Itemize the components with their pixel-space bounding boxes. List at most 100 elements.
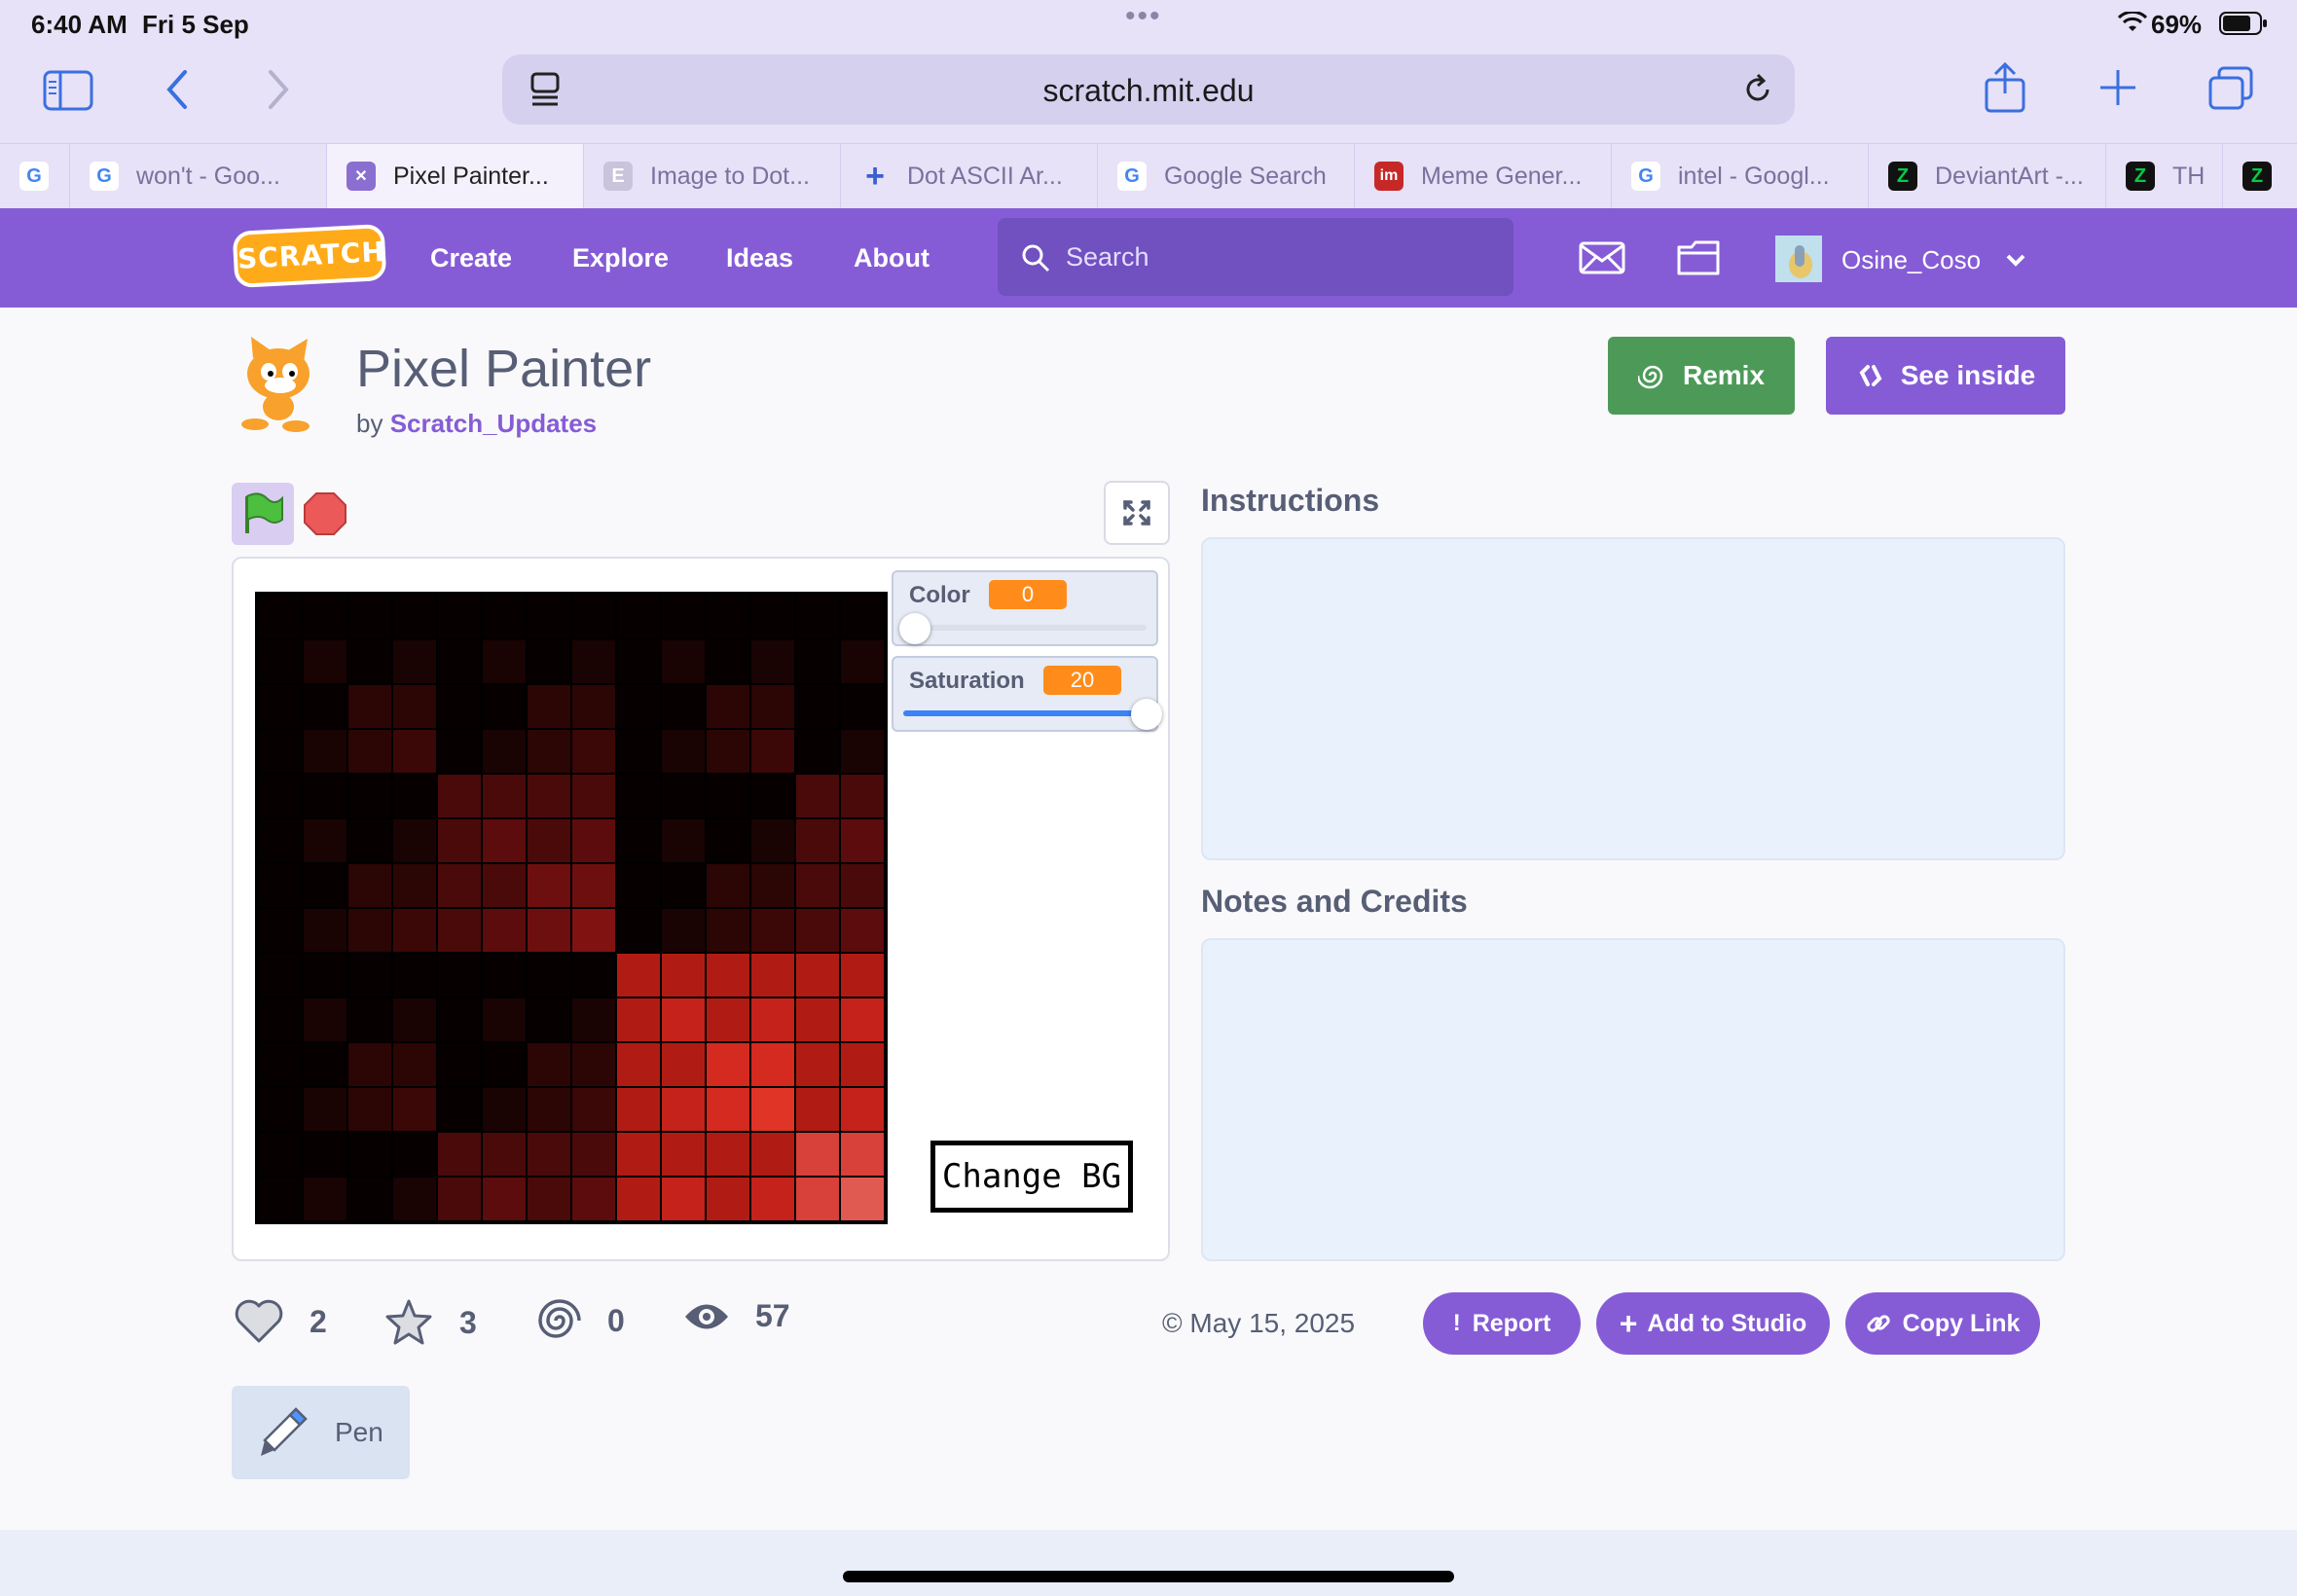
nav-ideas[interactable]: Ideas — [726, 243, 793, 273]
pixel-cell[interactable] — [527, 595, 571, 639]
pixel-cell[interactable] — [347, 1132, 392, 1177]
pixel-cell[interactable] — [795, 908, 840, 953]
pixel-cell[interactable] — [661, 1177, 706, 1221]
tab-intel[interactable]: G intel - Googl... — [1612, 144, 1869, 208]
pixel-cell[interactable] — [750, 684, 795, 729]
pixel-cell[interactable] — [392, 639, 437, 684]
pixel-cell[interactable] — [571, 908, 616, 953]
pixel-cell[interactable] — [303, 1042, 347, 1087]
pixel-cell[interactable] — [392, 863, 437, 908]
pixel-cell[interactable] — [840, 1087, 885, 1132]
pixel-cell[interactable] — [661, 818, 706, 863]
pixel-cell[interactable] — [482, 1132, 527, 1177]
pixel-cell[interactable] — [571, 1087, 616, 1132]
pixel-cell[interactable] — [482, 1177, 527, 1221]
favorite-stat[interactable]: 3 — [383, 1298, 477, 1347]
nav-about[interactable]: About — [854, 243, 930, 273]
pixel-cell[interactable] — [437, 1132, 482, 1177]
pixel-cell[interactable] — [482, 1042, 527, 1087]
back-icon[interactable] — [164, 68, 191, 111]
author-link[interactable]: Scratch_Updates — [390, 409, 597, 438]
pixel-cell[interactable] — [392, 1042, 437, 1087]
pixel-cell[interactable] — [258, 684, 303, 729]
pixel-cell[interactable] — [661, 639, 706, 684]
pixel-cell[interactable] — [437, 1177, 482, 1221]
pixel-cell[interactable] — [840, 639, 885, 684]
search-input[interactable] — [1066, 237, 1484, 276]
pixel-cell[interactable] — [303, 595, 347, 639]
pixel-cell[interactable] — [527, 953, 571, 998]
pixel-cell[interactable] — [482, 953, 527, 998]
pixel-cell[interactable] — [616, 1177, 661, 1221]
pixel-cell[interactable] — [706, 1087, 750, 1132]
pixel-cell[interactable] — [482, 684, 527, 729]
pixel-cell[interactable] — [661, 863, 706, 908]
pixel-cell[interactable] — [840, 1177, 885, 1221]
pixel-cell[interactable] — [392, 818, 437, 863]
tab-wont[interactable]: G won't - Goo... — [70, 144, 327, 208]
pixel-cell[interactable] — [795, 639, 840, 684]
saturation-slider-knob[interactable] — [1131, 699, 1162, 730]
pixel-cell[interactable] — [527, 998, 571, 1042]
tab-google-pinned[interactable]: G — [0, 144, 70, 208]
pixel-cell[interactable] — [347, 774, 392, 818]
pixel-cell[interactable] — [840, 998, 885, 1042]
tab-pixel-painter[interactable]: ✕ Pixel Painter... — [327, 144, 584, 208]
pixel-cell[interactable] — [840, 684, 885, 729]
pixel-cell[interactable] — [527, 1087, 571, 1132]
pixel-cell[interactable] — [840, 1042, 885, 1087]
pixel-cell[interactable] — [303, 818, 347, 863]
pixel-cell[interactable] — [661, 1042, 706, 1087]
pixel-cell[interactable] — [258, 863, 303, 908]
pixel-cell[interactable] — [347, 1087, 392, 1132]
pixel-cell[interactable] — [750, 818, 795, 863]
pixel-cell[interactable] — [706, 1132, 750, 1177]
pixel-cell[interactable] — [347, 1177, 392, 1221]
pixel-cell[interactable] — [527, 1042, 571, 1087]
pixel-cell[interactable] — [750, 953, 795, 998]
pixel-cell[interactable] — [840, 595, 885, 639]
pixel-cell[interactable] — [750, 729, 795, 774]
pixel-cell[interactable] — [571, 639, 616, 684]
pixel-cell[interactable] — [392, 684, 437, 729]
pixel-cell[interactable] — [303, 908, 347, 953]
pixel-cell[interactable] — [616, 684, 661, 729]
saturation-slider[interactable] — [903, 699, 1162, 730]
pixel-cell[interactable] — [482, 998, 527, 1042]
pixel-cell[interactable] — [392, 1132, 437, 1177]
pixel-cell[interactable] — [795, 818, 840, 863]
pixel-cell[interactable] — [258, 639, 303, 684]
home-indicator[interactable] — [843, 1571, 1454, 1582]
pixel-cell[interactable] — [392, 774, 437, 818]
pixel-cell[interactable] — [661, 729, 706, 774]
pixel-cell[interactable] — [258, 908, 303, 953]
tab-image-to-dot[interactable]: E Image to Dot... — [584, 144, 841, 208]
pixel-cell[interactable] — [258, 595, 303, 639]
pixel-cell[interactable] — [303, 1177, 347, 1221]
pixel-cell[interactable] — [437, 729, 482, 774]
pixel-cell[interactable] — [795, 595, 840, 639]
pixel-cell[interactable] — [750, 1087, 795, 1132]
chevron-down-icon[interactable] — [2005, 253, 2026, 267]
pixel-cell[interactable] — [616, 998, 661, 1042]
pixel-cell[interactable] — [661, 1132, 706, 1177]
pixel-cell[interactable] — [661, 908, 706, 953]
tab-overview-icon[interactable] — [2207, 66, 2254, 111]
nav-create[interactable]: Create — [430, 243, 512, 273]
pixel-cell[interactable] — [706, 953, 750, 998]
pixel-cell[interactable] — [840, 729, 885, 774]
forward-icon[interactable] — [265, 68, 292, 111]
pixel-cell[interactable] — [527, 818, 571, 863]
pixel-cell[interactable] — [616, 774, 661, 818]
pixel-cell[interactable] — [303, 1087, 347, 1132]
pixel-cell[interactable] — [347, 818, 392, 863]
pixel-cell[interactable] — [303, 998, 347, 1042]
pixel-cell[interactable] — [616, 908, 661, 953]
pixel-cell[interactable] — [437, 595, 482, 639]
tab-deviantart[interactable]: Z DeviantArt -... — [1869, 144, 2106, 208]
pixel-canvas[interactable] — [255, 592, 888, 1224]
pixel-cell[interactable] — [482, 908, 527, 953]
pixel-cell[interactable] — [706, 774, 750, 818]
pixel-cell[interactable] — [661, 953, 706, 998]
pixel-cell[interactable] — [437, 953, 482, 998]
